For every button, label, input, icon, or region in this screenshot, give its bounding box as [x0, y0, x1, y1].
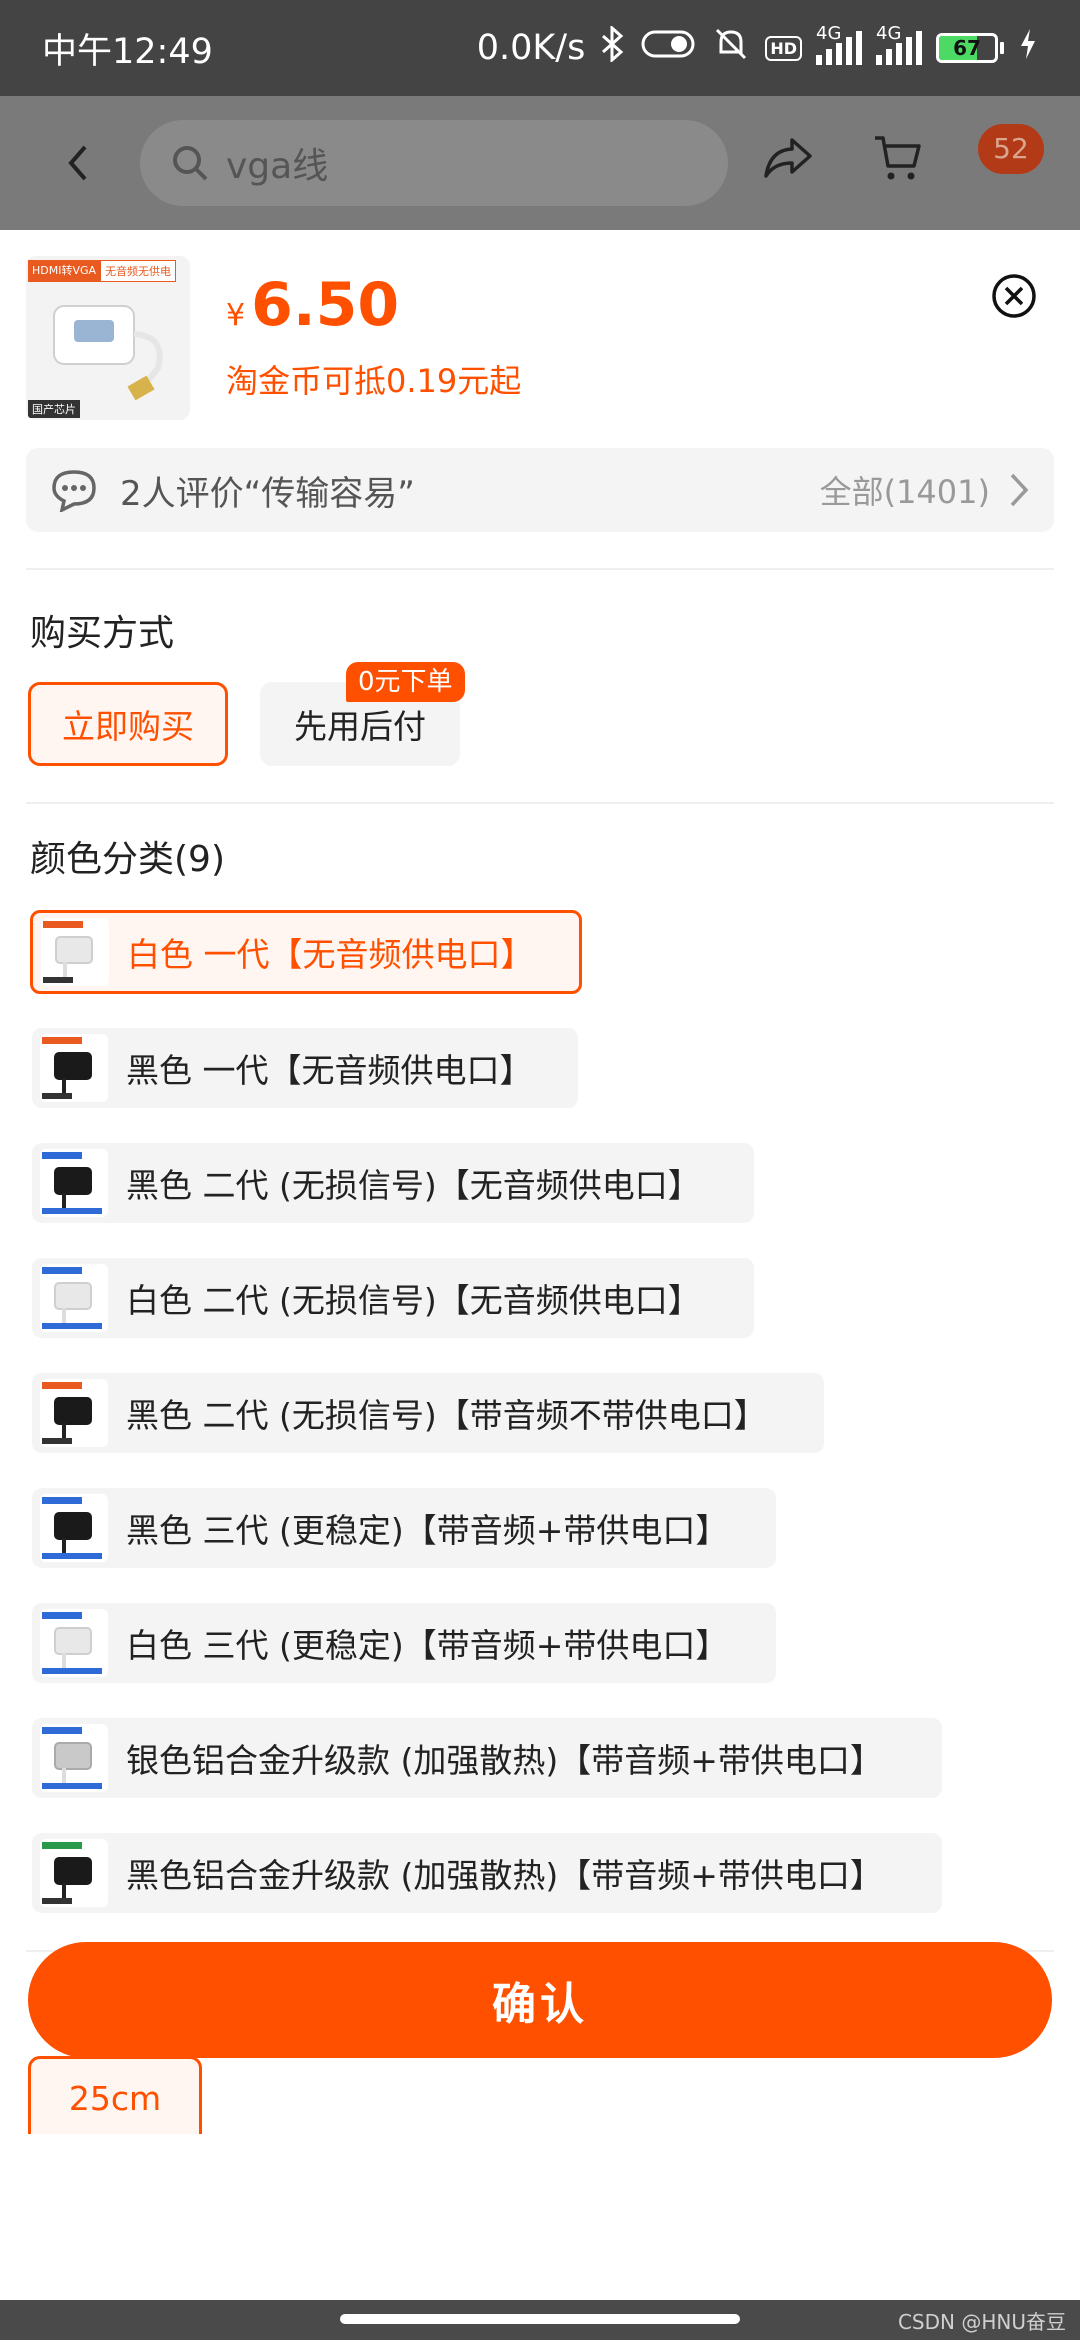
mute-bell-icon: [711, 24, 751, 73]
variant-option-8[interactable]: 银色铝合金升级款 (加强散热)【带音频+带供电口】: [32, 1718, 942, 1798]
variant-option-7[interactable]: 白色 三代 (更稳定)【带音频+带供电口】: [32, 1603, 776, 1683]
price-value: 6.50: [251, 270, 400, 340]
close-icon: [992, 274, 1036, 318]
battery-level: 67: [953, 36, 981, 60]
top-nav-bar: vga线 52: [0, 96, 1080, 230]
variant-label: 黑色 一代【无音频供电口】: [126, 1051, 533, 1090]
bottom-action-area: [0, 2134, 1080, 2300]
charging-icon: [1018, 27, 1038, 70]
zero-down-badge: 0元下单: [346, 662, 465, 702]
variant-thumbnail: [40, 1034, 108, 1102]
review-highlight: 2人评价“传输容易”: [120, 473, 415, 514]
color-category-title: 颜色分类(9): [30, 839, 225, 880]
back-arrow-icon: [68, 145, 87, 181]
variant-option-4[interactable]: 白色 二代 (无损信号)【无音频供电口】: [32, 1258, 754, 1338]
variant-option-1[interactable]: 白色 一代【无音频供电口】: [30, 910, 582, 994]
search-input[interactable]: vga线: [140, 120, 728, 206]
variant-thumbnail: [40, 1609, 108, 1677]
variant-label: 黑色铝合金升级款 (加强散热)【带音频+带供电口】: [126, 1856, 883, 1895]
variant-option-2[interactable]: 黑色 一代【无音频供电口】: [32, 1028, 578, 1108]
signal-type-label-2: 4G: [876, 23, 902, 44]
adapter-image: [53, 305, 163, 401]
status-time: 中午12:49: [42, 31, 213, 72]
variant-label: 黑色 二代 (无损信号)【带音频不带供电口】: [126, 1396, 767, 1435]
variant-option-9[interactable]: 黑色铝合金升级款 (加强散热)【带音频+带供电口】: [32, 1833, 942, 1913]
variant-label: 黑色 三代 (更稳定)【带音频+带供电口】: [126, 1511, 729, 1550]
variant-label: 白色 二代 (无损信号)【无音频供电口】: [126, 1281, 701, 1320]
watermark: CSDN @HNU奋豆: [897, 2310, 1066, 2334]
cart-icon: [875, 136, 921, 180]
product-thumbnail[interactable]: HDMI转VGA 无音频无供电 国产芯片: [26, 256, 190, 420]
variant-thumbnail: [40, 1264, 108, 1332]
price: ¥ 6.50: [226, 270, 399, 340]
confirm-button[interactable]: 确认: [28, 1942, 1052, 2058]
price-symbol: ¥: [226, 298, 246, 333]
hd-icon: HD: [765, 35, 802, 61]
toggle-icon: [641, 28, 697, 69]
share-icon: [764, 138, 812, 178]
battery-icon: 67: [936, 33, 1004, 63]
signal-type-label: 4G: [816, 23, 842, 44]
chat-bubble-icon: [52, 470, 96, 512]
cart-button[interactable]: [872, 132, 924, 188]
status-bar: 中午12:49 0.0K/s HD 4G 4G 67: [0, 0, 1080, 96]
close-button[interactable]: [990, 272, 1038, 320]
home-indicator[interactable]: [340, 2314, 740, 2324]
net-speed: 0.0K/s: [476, 28, 586, 68]
signal-icon: 4G: [816, 23, 862, 65]
divider: [26, 802, 1054, 804]
search-query: vga线: [226, 146, 329, 187]
variant-option-3[interactable]: 黑色 二代 (无损信号)【无音频供电口】: [32, 1143, 754, 1223]
search-icon: [173, 146, 208, 181]
variant-label: 黑色 二代 (无损信号)【无音频供电口】: [126, 1166, 701, 1205]
variant-thumbnail: [40, 1379, 108, 1447]
system-nav-bar: CSDN @HNU奋豆: [0, 2300, 1080, 2340]
thumbnail-footer: 国产芯片: [28, 400, 80, 418]
variant-thumbnail: [40, 1839, 108, 1907]
variant-label: 白色 三代 (更稳定)【带音频+带供电口】: [126, 1626, 729, 1665]
purchase-method-title: 购买方式: [30, 613, 175, 654]
variant-label: 白色 一代【无音频供电口】: [127, 935, 534, 974]
variant-option-5[interactable]: 黑色 二代 (无损信号)【带音频不带供电口】: [32, 1373, 824, 1453]
review-summary-bar[interactable]: 2人评价“传输容易” 全部(1401): [26, 448, 1054, 532]
status-icons: 0.0K/s HD 4G 4G 67: [476, 23, 1038, 73]
share-button[interactable]: [762, 136, 814, 184]
variant-thumbnail: [40, 1149, 108, 1217]
coin-discount-text: 淘金币可抵0.19元起: [226, 362, 522, 400]
chevron-right-icon: [1010, 473, 1029, 507]
variant-option-6[interactable]: 黑色 三代 (更稳定)【带音频+带供电口】: [32, 1488, 776, 1568]
divider: [26, 568, 1054, 570]
back-button[interactable]: [48, 133, 108, 193]
variant-thumbnail: [41, 918, 109, 986]
variant-label: 银色铝合金升级款 (加强散热)【带音频+带供电口】: [126, 1741, 883, 1780]
bluetooth-icon: [599, 24, 627, 70]
review-all-count: 全部(1401): [819, 473, 990, 511]
buy-now-option[interactable]: 立即购买: [28, 682, 228, 766]
signal-icon-2: 4G: [876, 23, 922, 65]
variant-thumbnail: [40, 1494, 108, 1562]
length-option-25cm[interactable]: 25cm: [28, 2056, 202, 2140]
variant-thumbnail: [40, 1724, 108, 1792]
cart-badge: 52: [978, 124, 1044, 174]
